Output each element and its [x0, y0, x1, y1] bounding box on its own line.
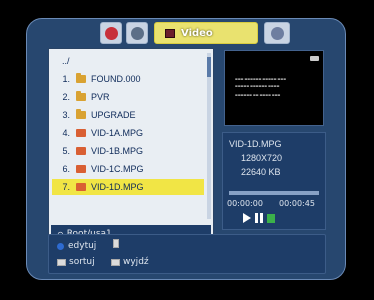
key-legend: edytuj sortuj wyjdź — [48, 234, 326, 274]
preview-text-line: ▬▬▬ ▬▬▬▬▬▬ ▬▬▬▬▬ ▬▬▬ — [235, 77, 287, 81]
video-file-icon — [76, 165, 86, 173]
exit-key-icon — [111, 258, 120, 266]
legend-exit-label: wyjdź — [123, 257, 149, 267]
item-number: 7. — [62, 182, 70, 192]
info-key-icon — [113, 239, 119, 248]
preview-badge-icon — [310, 56, 319, 61]
info-filename: VID-1D.MPG — [229, 139, 282, 149]
time-total: 00:00:45 — [279, 199, 315, 208]
tab-video[interactable]: Video — [154, 22, 258, 44]
legend-exit: wyjdź — [111, 257, 149, 267]
tab-user[interactable] — [264, 22, 290, 44]
info-size: 22640 KB — [241, 167, 281, 177]
item-name: FOUND.000 — [91, 74, 141, 84]
list-item[interactable]: 6. VID-1C.MPG — [52, 161, 204, 177]
legend-sort-label: sortuj — [69, 257, 95, 267]
preview-text-line: ▬▬▬▬▬▬ ▬▬ ▬▬▬▬ ▬▬▬ — [235, 93, 281, 97]
item-name: VID-1B.MPG — [91, 146, 144, 156]
playback-progress-bar[interactable] — [229, 191, 319, 195]
parent-folder-label: ../ — [62, 56, 70, 66]
video-icon — [165, 28, 175, 38]
item-number: 4. — [62, 128, 70, 138]
file-list-panel: ../ 1. FOUND.000 2. PVR 3. UPGRADE 4. VI… — [48, 48, 214, 246]
tab-video-label: Video — [181, 27, 213, 39]
item-number: 3. — [62, 110, 70, 120]
list-item-parent[interactable]: ../ — [52, 53, 204, 69]
tab-gear[interactable] — [126, 22, 148, 44]
playback-controls — [243, 213, 275, 223]
user-icon — [270, 26, 284, 40]
item-number: 2. — [62, 92, 70, 102]
pause-icon[interactable] — [255, 213, 263, 223]
item-number: 5. — [62, 146, 70, 156]
folder-icon — [76, 73, 86, 83]
gear-icon — [130, 26, 144, 40]
list-item[interactable]: 1. FOUND.000 — [52, 71, 204, 87]
item-name: VID-1D.MPG — [91, 182, 144, 192]
play-icon[interactable] — [243, 213, 251, 223]
item-name: UPGRADE — [91, 110, 136, 120]
sort-key-icon — [57, 258, 66, 266]
legend-edit-label: edytuj — [68, 241, 97, 251]
list-item-selected[interactable]: 7. VID-1D.MPG — [52, 179, 204, 195]
settings-disc-icon — [104, 26, 118, 40]
list-item[interactable]: 2. PVR — [52, 89, 204, 105]
video-file-icon — [76, 129, 86, 137]
scrollbar[interactable] — [207, 53, 211, 219]
item-name: VID-1C.MPG — [91, 164, 144, 174]
stop-icon[interactable] — [267, 213, 275, 223]
folder-icon — [76, 91, 86, 101]
video-file-icon — [76, 183, 86, 191]
preview-text-line: ▬▬▬▬▬ ▬▬▬▬▬▬ ▬▬▬▬ — [235, 84, 280, 88]
screen: Video ../ 1. FOUND.000 2. PVR 3. UPGRADE… — [0, 0, 374, 300]
item-number: 1. — [62, 74, 70, 84]
tab-settings[interactable] — [100, 22, 122, 44]
scrollbar-thumb[interactable] — [207, 57, 211, 77]
list-item[interactable]: 3. UPGRADE — [52, 107, 204, 123]
item-number: 6. — [62, 164, 70, 174]
list-item[interactable]: 4. VID-1A.MPG — [52, 125, 204, 141]
folder-icon — [76, 109, 86, 119]
legend-info — [113, 239, 119, 248]
time-elapsed: 00:00:00 — [227, 199, 263, 208]
legend-edit: edytuj — [57, 241, 96, 251]
info-resolution: 1280X720 — [241, 153, 283, 163]
list-item[interactable]: 5. VID-1B.MPG — [52, 143, 204, 159]
blue-button-icon — [57, 242, 64, 250]
item-name: VID-1A.MPG — [91, 128, 144, 138]
item-name: PVR — [91, 92, 110, 102]
legend-sort: sortuj — [57, 257, 95, 267]
video-preview: ▬▬▬ ▬▬▬▬▬▬ ▬▬▬▬▬ ▬▬▬ ▬▬▬▬▬ ▬▬▬▬▬▬ ▬▬▬▬ ▬… — [224, 50, 324, 126]
video-file-icon — [76, 147, 86, 155]
file-info-panel: VID-1D.MPG 1280X720 22640 KB 00:00:00 00… — [222, 132, 326, 230]
